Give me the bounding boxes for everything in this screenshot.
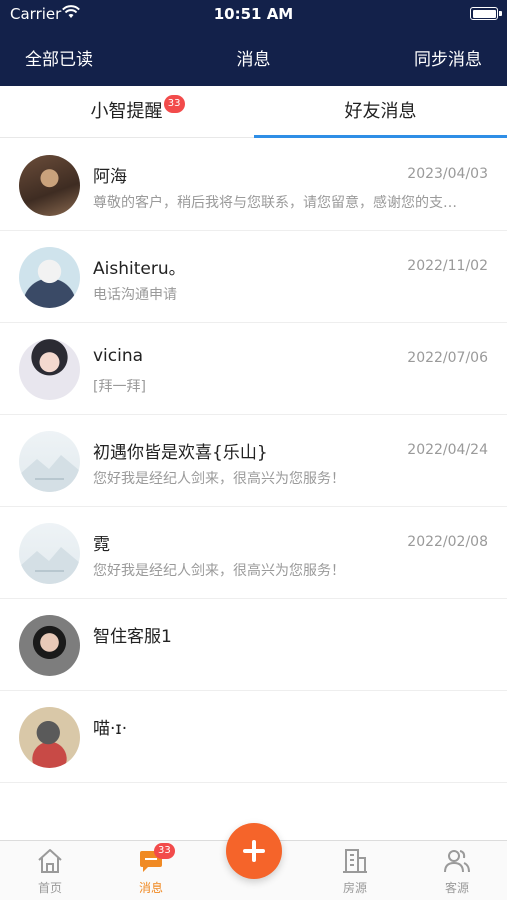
battery-icon	[470, 7, 502, 20]
home-icon	[38, 849, 62, 873]
mountain-placeholder-icon	[19, 547, 80, 584]
contact-name: 智住客服1	[93, 627, 172, 647]
conversation-item[interactable]: 阿海 2023/04/03 尊敬的客户，稍后我将与您联系，请您留意，感谢您的支…	[0, 139, 507, 231]
avatar	[19, 339, 80, 400]
message-preview: 您好我是经纪人剑来，很高兴为您服务！	[93, 471, 345, 487]
contact-name: 阿海	[93, 167, 127, 187]
tab-friend-messages[interactable]: 好友消息	[254, 86, 507, 138]
message-date: 2022/04/24	[407, 442, 488, 458]
conversation-list: 阿海 2023/04/03 尊敬的客户，稍后我将与您联系，请您留意，感谢您的支……	[0, 139, 507, 783]
avatar	[19, 707, 80, 768]
users-icon	[444, 850, 470, 873]
message-date: 2022/02/08	[407, 534, 488, 550]
contact-name: 初遇你皆是欢喜{乐山}	[93, 443, 268, 463]
status-bar: Carrier 10:51 AM	[0, 0, 507, 28]
clock: 10:51 AM	[213, 5, 294, 23]
mountain-placeholder-icon	[19, 455, 80, 492]
avatar	[19, 615, 80, 676]
tab-label: 小智提醒	[90, 101, 163, 122]
message-date: 2022/11/02	[407, 258, 488, 274]
tabbar-clients[interactable]: 客源	[407, 841, 507, 900]
tabbar-listings-label: 房源	[342, 881, 367, 895]
conversation-item[interactable]: 初遇你皆是欢喜{乐山} 2022/04/24 您好我是经纪人剑来，很高兴为您服务…	[0, 415, 507, 507]
contact-name: vicina	[93, 346, 144, 366]
conversation-item[interactable]: 喵·ɪ·	[0, 691, 507, 783]
unread-badge: 33	[163, 95, 185, 113]
conversation-item[interactable]: Aishiteru。 2022/11/02 电话沟通申请	[0, 231, 507, 323]
message-date: 2023/04/03	[407, 166, 488, 182]
building-icon	[343, 849, 367, 873]
contact-name: 霓	[93, 535, 110, 555]
contact-name: Aishiteru。	[93, 259, 186, 279]
app-header: Carrier 10:51 AM 全部已读 消息 同步消息	[0, 0, 507, 86]
tabbar-messages[interactable]: 33 消息	[101, 841, 201, 900]
tabbar-clients-label: 客源	[444, 881, 469, 895]
message-preview: [拜一拜]	[93, 379, 146, 395]
message-date: 2022/07/06	[407, 350, 488, 366]
avatar	[19, 431, 80, 492]
avatar	[19, 247, 80, 308]
tabbar-home[interactable]: 首页	[0, 841, 100, 900]
tab-xiaozhi-reminders[interactable]: 小智提醒 33	[0, 86, 253, 138]
tabbar-messages-label: 消息	[138, 881, 163, 895]
avatar	[19, 523, 80, 584]
conversation-item[interactable]: 霓 2022/02/08 您好我是经纪人剑来，很高兴为您服务！	[0, 507, 507, 599]
conversation-item[interactable]: 智住客服1	[0, 599, 507, 691]
sync-messages-button[interactable]: 同步消息	[414, 45, 482, 70]
message-preview: 电话沟通申请	[93, 287, 177, 303]
unread-badge: 33	[154, 843, 175, 859]
add-button[interactable]	[226, 823, 282, 879]
tabbar-listings[interactable]: 房源	[305, 841, 405, 900]
tabbar-home-label: 首页	[37, 881, 62, 895]
message-preview: 您好我是经纪人剑来，很高兴为您服务！	[93, 563, 345, 579]
avatar	[19, 155, 80, 216]
nav-bar: 全部已读 消息 同步消息	[0, 38, 507, 74]
active-tab-indicator	[254, 135, 507, 138]
contact-name: 喵·ɪ·	[93, 719, 128, 739]
tab-label: 好友消息	[344, 101, 417, 122]
tab-bar: 小智提醒 33 好友消息	[0, 86, 507, 138]
conversation-item[interactable]: vicina 2022/07/06 [拜一拜]	[0, 323, 507, 415]
message-preview: 尊敬的客户，稍后我将与您联系，请您留意，感谢您的支…	[93, 195, 457, 211]
